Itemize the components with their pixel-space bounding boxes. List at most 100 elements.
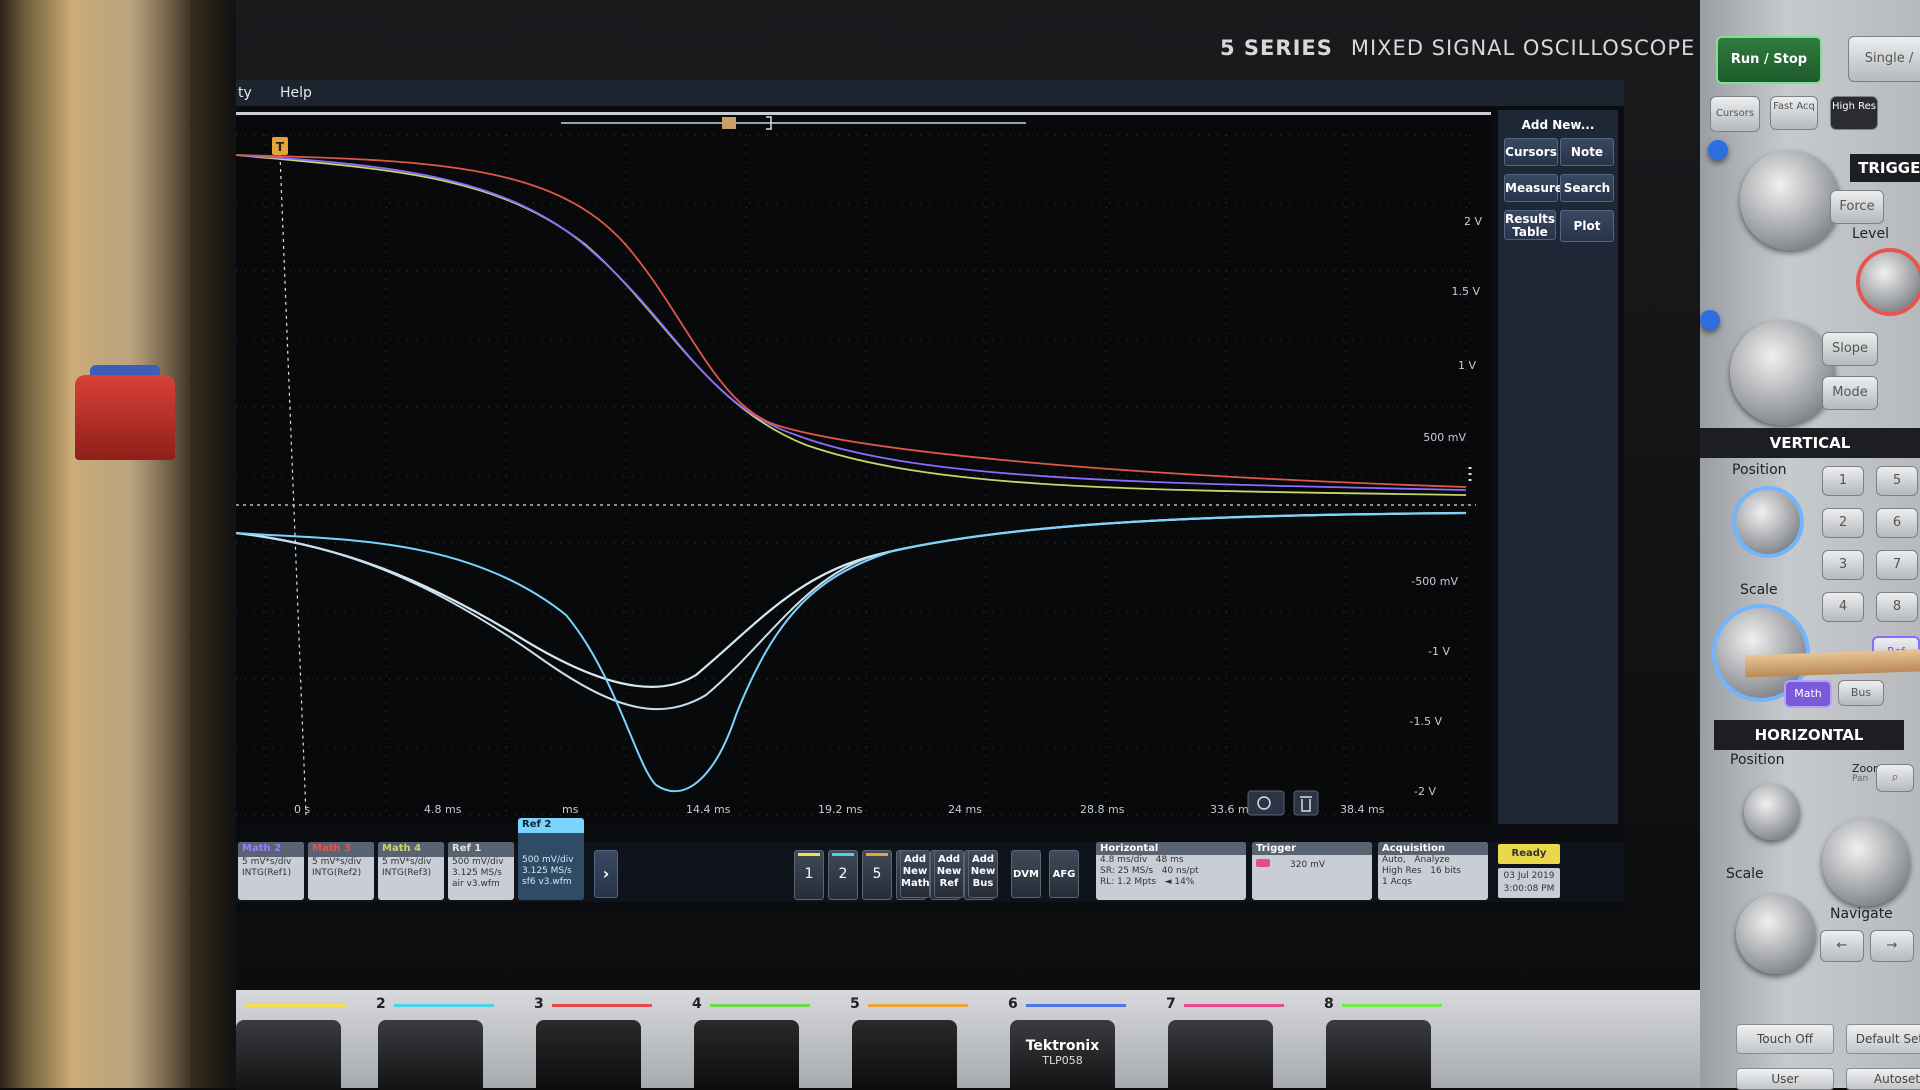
vertical-channel-4-button[interactable]: 4 [1822, 592, 1864, 622]
slope-button[interactable]: Slope [1822, 332, 1878, 366]
channel-number-label: 8 [1324, 996, 1334, 1012]
run-stop-button[interactable]: Run / Stop [1716, 36, 1822, 84]
autoset-button[interactable]: Autoset [1846, 1068, 1920, 1090]
single-button[interactable]: Single / [1848, 36, 1920, 82]
fast-acq-button[interactable]: Fast Acq [1770, 96, 1818, 130]
vertical-position-knob[interactable] [1736, 490, 1800, 554]
results-table-button[interactable]: Results Table [1504, 210, 1556, 240]
add-button-label: New [936, 866, 962, 877]
level-label: Level [1852, 226, 1889, 242]
trigger-marker-label: T [276, 140, 285, 154]
badge-line: air v3.wfm [452, 879, 500, 889]
front-panel: Run / Stop Single / Cursors Fast Acq Hig… [1700, 0, 1920, 1090]
note-button[interactable]: Note [1560, 138, 1614, 166]
search-button[interactable]: Search [1560, 174, 1614, 202]
probe-connector[interactable]: Tektronix TLP058 [1010, 1020, 1115, 1090]
badge-line: 3.125 MS/s [452, 868, 502, 878]
badge-math-2[interactable]: Math 25 mV*s/div INTG(Ref1) [238, 842, 304, 900]
vertical-channel-8-button[interactable]: 8 [1876, 592, 1918, 622]
channel-5-button[interactable]: 5 [862, 850, 892, 900]
add-new-bus-button[interactable]: Add New Bus [968, 850, 998, 898]
cursors-panel-button[interactable]: Cursors [1710, 96, 1760, 132]
scope-screen: ty Help T 2 V 1.5 V 1 V 500 mV -500 mV -1 V -1… [236, 80, 1624, 912]
trace-math3 [236, 154, 1467, 488]
math-button[interactable]: Math [1784, 680, 1832, 708]
badge-math-4[interactable]: Math 45 mV*s/div INTG(Ref3) [378, 842, 444, 900]
acquisition-analyze: Analyze [1414, 855, 1450, 865]
waveform-plot[interactable]: T 2 V 1.5 V 1 V 500 mV -500 mV -1 V -1.5 V -2 V… [236, 112, 1491, 823]
trigger-badge[interactable]: Trigger 320 mV [1252, 842, 1372, 900]
force-button[interactable]: Force [1830, 190, 1884, 224]
channel-number-label: 3 [534, 996, 544, 1012]
record-view-marker[interactable] [722, 117, 736, 129]
y-axis-labels: 2 V 1.5 V 1 V 500 mV -500 mV -1 V -1.5 V -2 V [1410, 215, 1483, 798]
multipurpose-knob-a[interactable] [1740, 150, 1840, 250]
badge-ref-2[interactable]: Ref 2 500 mV/div 3.125 MS/s sf6 v3.wfm [518, 818, 584, 900]
default-setup-button[interactable]: Default Setup [1846, 1024, 1920, 1054]
probe-connector[interactable] [536, 1020, 641, 1090]
vertical-channel-1-button[interactable]: 1 [1822, 466, 1864, 496]
arrow-right-icon: → [1886, 938, 1898, 953]
probe-connector-strip: 2 3 4 5 6 Tektronix TLP058 7 8 [236, 990, 1700, 1090]
horizontal-position-knob[interactable] [1744, 784, 1800, 840]
plot-button[interactable]: Plot [1560, 210, 1614, 242]
channel-2-button[interactable]: 2 [828, 850, 858, 900]
badge-math-3[interactable]: Math 35 mV*s/div INTG(Ref2) [308, 842, 374, 900]
horizontal-scale-label: Scale [1726, 866, 1764, 882]
high-res-button[interactable]: High Res [1830, 96, 1878, 130]
probe-brand-label: Tektronix [1025, 1038, 1100, 1054]
navigate-left-button[interactable]: ← [1820, 930, 1864, 962]
navigate-right-button[interactable]: → [1870, 930, 1914, 962]
horizontal-badge[interactable]: Horizontal 4.8 ms/div 48 ms SR: 25 MS/s … [1096, 842, 1246, 900]
add-new-ref-button[interactable]: Add New Ref [934, 850, 964, 898]
afg-button[interactable]: AFG [1049, 850, 1079, 898]
bus-button[interactable]: Bus [1838, 680, 1884, 706]
channel-1-color-strip [246, 1004, 346, 1007]
dvm-button[interactable]: DVM [1011, 850, 1041, 898]
acquisition-badge[interactable]: Acquisition Auto, Analyze High Res 16 bi… [1378, 842, 1488, 900]
ready-indicator: Ready [1498, 844, 1560, 864]
vertical-channel-3-button[interactable]: 3 [1822, 550, 1864, 580]
datetime-badge[interactable]: 03 Jul 2019 3:00:08 PM [1498, 868, 1560, 898]
badge-ref-1[interactable]: Ref 1 500 mV/div 3.125 MS/s air v3.wfm [448, 842, 514, 900]
channel-1-button[interactable]: 1 [794, 850, 824, 900]
badge-line: INTG(Ref3) [382, 868, 432, 878]
tube-red-cap [75, 375, 175, 460]
trace-ref1a [236, 511, 1467, 688]
multipurpose-knob-b[interactable] [1730, 320, 1835, 425]
measure-button[interactable]: Measure [1504, 174, 1563, 202]
zoom-tool-icon[interactable] [1247, 790, 1285, 816]
trigger-level-knob[interactable] [1860, 252, 1920, 312]
x-axis-label: 14.4 ms [686, 803, 731, 816]
add-new-math-button[interactable]: Add New Math [900, 850, 930, 898]
vertical-channel-6-button[interactable]: 6 [1876, 508, 1918, 538]
vertical-channel-2-button[interactable]: 2 [1822, 508, 1864, 538]
probe-connector[interactable] [1326, 1020, 1431, 1090]
menu-help[interactable]: Help [280, 85, 312, 101]
probe-connector[interactable] [236, 1020, 341, 1090]
horizontal-scale-knob[interactable] [1736, 894, 1816, 974]
navigate-knob[interactable] [1822, 818, 1910, 906]
x-axis-label: ms [562, 803, 579, 816]
probe-connector[interactable] [852, 1020, 957, 1090]
channel-color-bar [798, 853, 820, 856]
badge-title: Math 2 [238, 842, 304, 857]
probe-connector[interactable] [378, 1020, 483, 1090]
mode-button[interactable]: Mode [1822, 376, 1878, 410]
probe-connector[interactable] [1168, 1020, 1273, 1090]
user-button[interactable]: User [1736, 1068, 1834, 1090]
badge-scroll-right-button[interactable]: › [594, 850, 618, 898]
touch-off-button[interactable]: Touch Off [1736, 1024, 1834, 1054]
horizontal-section-header: HORIZONTAL [1714, 720, 1904, 750]
vertical-channel-7-button[interactable]: 7 [1876, 550, 1918, 580]
menu-utility[interactable]: ty [238, 85, 252, 101]
horizontal-position: ◄ 14% [1164, 877, 1195, 887]
trigger-level: 320 mV [1290, 860, 1325, 870]
vertical-channel-5-button[interactable]: 5 [1876, 466, 1918, 496]
zoom-search-button[interactable]: ⌕ [1876, 764, 1914, 792]
cursors-button[interactable]: Cursors [1504, 138, 1558, 166]
probe-connector[interactable] [694, 1020, 799, 1090]
brand-model: MIXED SIGNAL OSCILLOSCOPE [1350, 36, 1696, 60]
badge-line: 5 mV*s/div [312, 857, 362, 867]
y-axis-label: 1.5 V [1451, 285, 1480, 298]
